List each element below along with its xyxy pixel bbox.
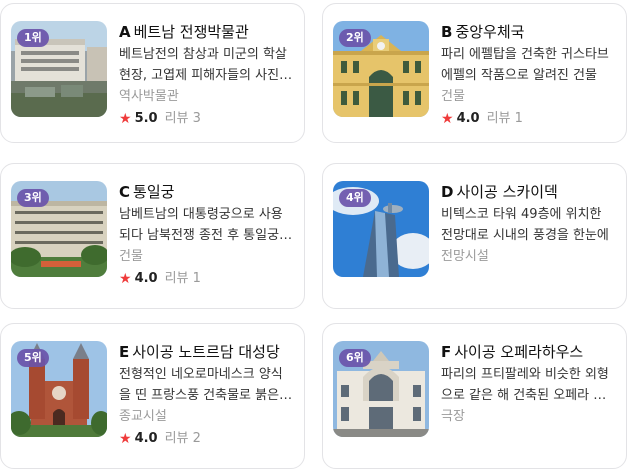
rating-score: 4.0 <box>456 111 480 126</box>
star-icon: ★ <box>119 111 132 127</box>
place-marker-letter: F <box>441 343 452 361</box>
rank-badge: 2위 <box>339 29 371 47</box>
place-rating: ★ 5.0 리뷰 3 <box>119 108 294 130</box>
place-name: 중앙우체국 <box>455 23 525 41</box>
place-description: 비텍스코 타워 49층에 위치한 전망대로 시내의 풍경을 한눈에 <box>441 207 609 243</box>
review-count[interactable]: 리뷰 2 <box>165 428 201 450</box>
place-name: 베트남 전쟁박물관 <box>133 23 249 41</box>
place-category: 극장 <box>441 409 465 424</box>
place-description: 전형적인 네오로마네스크 양식을 띤 프랑스풍 건축물로 붉은 벽돌 외관 <box>119 367 283 403</box>
place-title[interactable]: A 베트남 전쟁박물관 <box>119 21 294 43</box>
place-name: 사이공 오페라하우스 <box>454 343 584 361</box>
place-title[interactable]: C 통일궁 <box>119 181 294 203</box>
place-rating: ★ 4.0 리뷰 1 <box>119 268 294 290</box>
place-description: 파리 에펠탑을 건축한 귀스타브 에펠의 작품으로 알려진 건물 <box>441 47 609 83</box>
place-marker-letter: E <box>119 343 130 361</box>
place-category: 전망시설 <box>441 249 489 264</box>
place-photo: 4위 <box>333 181 429 277</box>
place-title[interactable]: F 사이공 오페라하우스 <box>441 341 616 363</box>
star-icon: ★ <box>441 111 454 127</box>
place-title[interactable]: D 사이공 스카이덱 <box>441 181 616 203</box>
place-name: 통일궁 <box>133 183 175 201</box>
place-category: 건물 <box>119 249 143 264</box>
rank-badge: 5위 <box>17 349 49 367</box>
rank-badge: 4위 <box>339 189 371 207</box>
place-card-f[interactable]: 6위 F 사이공 오페라하우스 파리의 프티팔레와 비슷한 외형으로 같은 해 건… <box>322 323 627 469</box>
place-photo: 5위 <box>11 341 107 437</box>
place-rating: ★ 4.0 리뷰 2 <box>119 428 294 450</box>
review-count[interactable]: 리뷰 1 <box>487 108 523 130</box>
place-description: 베트남전의 참상과 미군의 학살현장, 고엽제 피해자들의 사진과 유물을 전시 <box>119 47 292 83</box>
rating-score: 5.0 <box>134 111 158 126</box>
place-photo: 2위 <box>333 21 429 117</box>
place-photo: 6위 <box>333 341 429 437</box>
rating-score: 4.0 <box>134 271 158 286</box>
rank-badge: 3위 <box>17 189 49 207</box>
place-marker-letter: C <box>119 183 131 201</box>
place-card-d[interactable]: 4위 D 사이공 스카이덱 비텍스코 타워 49층에 위치한 전망대로 시내의 풍… <box>322 163 627 309</box>
place-card-c[interactable]: 3위 C 통일궁 남베트남의 대통령궁으로 사용되다 남북전쟁 종전 후 통일궁으… <box>0 163 305 309</box>
place-category: 건물 <box>441 89 465 104</box>
place-marker-letter: B <box>441 23 453 41</box>
place-description: 파리의 프티팔레와 비슷한 외형으로 같은 해 건축된 오페라 하우스 <box>441 367 609 403</box>
star-icon: ★ <box>119 431 132 447</box>
rating-score: 4.0 <box>134 431 158 446</box>
place-photo: 1위 <box>11 21 107 117</box>
place-title[interactable]: E 사이공 노트르담 대성당 <box>119 341 294 363</box>
place-marker-letter: D <box>441 183 454 201</box>
place-category: 종교시설 <box>119 409 167 424</box>
place-card-b[interactable]: 2위 B 중앙우체국 파리 에펠탑을 건축한 귀스타브 에펠의 작품으로 알려진 … <box>322 3 627 143</box>
place-photo: 3위 <box>11 181 107 277</box>
place-marker-letter: A <box>119 23 131 41</box>
place-card-a[interactable]: 1위 A 베트남 전쟁박물관 베트남전의 참상과 미군의 학살현장, 고엽제 피해… <box>0 3 305 143</box>
place-card-e[interactable]: 5위 E 사이공 노트르담 대성당 전형적인 네오로마네스크 양식을 띤 프랑스풍… <box>0 323 305 469</box>
place-title[interactable]: B 중앙우체국 <box>441 21 616 43</box>
place-name: 사이공 노트르담 대성당 <box>132 343 280 361</box>
review-count[interactable]: 리뷰 3 <box>165 108 201 130</box>
place-name: 사이공 스카이덱 <box>456 183 558 201</box>
place-category: 역사박물관 <box>119 89 179 104</box>
rank-badge: 1위 <box>17 29 49 47</box>
rank-badge: 6위 <box>339 349 371 367</box>
star-icon: ★ <box>119 271 132 287</box>
review-count[interactable]: 리뷰 1 <box>165 268 201 290</box>
place-description: 남베트남의 대통령궁으로 사용되다 남북전쟁 종전 후 통일궁으로 개명 <box>119 207 292 243</box>
place-rating: ★ 4.0 리뷰 1 <box>441 108 616 130</box>
